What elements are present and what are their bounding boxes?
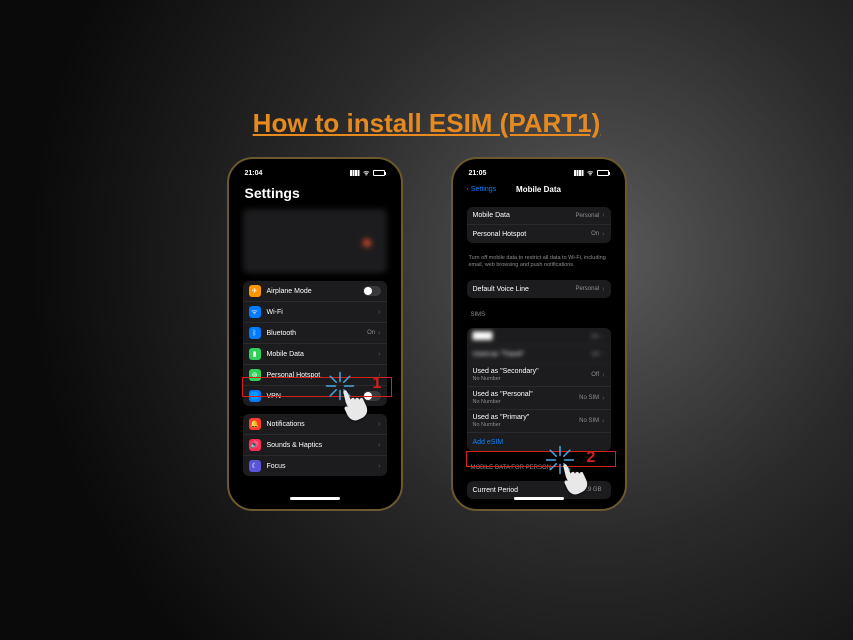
mobile-data-label: Mobile Data (267, 351, 379, 358)
battery-icon (597, 170, 609, 176)
chevron-right-icon: › (378, 463, 380, 470)
home-indicator (290, 497, 340, 500)
wifi-row[interactable]: ᯤ Wi-Fi › (243, 302, 387, 323)
mobile-data-row[interactable]: Mobile Data Personal › (467, 207, 611, 225)
airplane-label: Airplane Mode (267, 288, 363, 295)
airplane-mode-row[interactable]: ✈ Airplane Mode (243, 281, 387, 302)
chevron-right-icon: › (602, 286, 604, 293)
notch (509, 165, 569, 177)
bluetooth-label: Bluetooth (267, 330, 368, 337)
notification-dot-icon (363, 239, 371, 247)
sim-label: Used as "Secondary" (473, 368, 539, 375)
sim-status: On (591, 334, 599, 340)
back-button[interactable]: ‹ Settings (467, 186, 497, 193)
airplane-icon: ✈ (249, 285, 261, 297)
airplane-toggle[interactable] (363, 286, 381, 296)
chevron-right-icon: › (378, 351, 380, 358)
sim-status: No SIM (579, 395, 599, 401)
notch (285, 165, 345, 177)
focus-row[interactable]: ☾ Focus › (243, 456, 387, 476)
sim-label: Used as "Primary" (473, 414, 530, 421)
home-indicator (514, 497, 564, 500)
hotspot-value: On (591, 231, 599, 237)
chevron-right-icon: › (378, 421, 380, 428)
sim-label: Used as "Personal" (473, 391, 533, 398)
wifi-label: Wi-Fi (267, 309, 376, 316)
sim-label: ████ (473, 333, 592, 340)
bluetooth-row[interactable]: ᛒ Bluetooth On › (243, 323, 387, 344)
chevron-left-icon: ‹ (467, 186, 469, 193)
sims-group: ████ On › Used as "Travel" Off › Used as… (467, 328, 611, 451)
chevron-right-icon: › (602, 212, 604, 219)
default-voice-value: Personal (575, 286, 599, 292)
hint-text: Turn off mobile data to restrict all dat… (459, 251, 619, 272)
chevron-right-icon: › (602, 372, 604, 379)
bluetooth-value: On (367, 330, 375, 336)
personal-hotspot-row[interactable]: Personal Hotspot On › (467, 225, 611, 243)
sim-row-active[interactable]: ████ On › (467, 328, 611, 346)
chevron-right-icon: › (378, 309, 380, 316)
preferences-group: 🔔 Notifications › 🔊 Sounds & Haptics › ☾… (243, 414, 387, 476)
pointer-hand-icon (557, 457, 595, 495)
sim-status: Off (591, 372, 599, 378)
sim-row-primary[interactable]: Used as "Primary" No Number No SIM › (467, 410, 611, 433)
speaker-icon: 🔊 (249, 439, 261, 451)
sim-row-personal[interactable]: Used as "Personal" No Number No SIM › (467, 387, 611, 410)
sounds-row[interactable]: 🔊 Sounds & Haptics › (243, 435, 387, 456)
mobile-data-label: Mobile Data (473, 212, 576, 219)
sim-sublabel: No Number (473, 399, 533, 405)
chevron-right-icon: › (602, 395, 604, 402)
bluetooth-icon: ᛒ (249, 327, 261, 339)
nav-header: ‹ Settings Mobile Data (459, 179, 619, 199)
mobile-data-value: Personal (575, 213, 599, 219)
voice-group: Default Voice Line Personal › (467, 280, 611, 298)
wifi-status-icon: ᯤ (587, 169, 593, 178)
phone-left: 21:04 ᯤ Settings ✈ Airplane Mode ᯤ (227, 157, 403, 511)
chevron-right-icon: › (602, 351, 604, 358)
notifications-label: Notifications (267, 421, 379, 428)
settings-heading: Settings (235, 179, 395, 205)
account-section-blurred (243, 209, 387, 273)
sim-label: Used as "Travel" (473, 351, 592, 358)
signal-icon (350, 170, 360, 176)
default-voice-row[interactable]: Default Voice Line Personal › (467, 280, 611, 298)
add-esim-label: Add eSIM (473, 439, 605, 446)
chevron-right-icon: › (602, 418, 604, 425)
hotspot-label: Personal Hotspot (473, 231, 592, 238)
sounds-label: Sounds & Haptics (267, 442, 379, 449)
sim-row-secondary[interactable]: Used as "Secondary" No Number Off › (467, 364, 611, 387)
page-title: How to install ESIM (PART1) (0, 0, 853, 139)
sim-sublabel: No Number (473, 376, 539, 382)
phone-right: 21:05 ᯤ ‹ Settings Mobile Data Mobile Da… (451, 157, 627, 511)
wifi-status-icon: ᯤ (363, 169, 369, 178)
back-label: Settings (471, 186, 496, 193)
battery-icon (373, 170, 385, 176)
status-time: 21:04 (245, 170, 263, 177)
chevron-right-icon: › (602, 333, 604, 340)
wifi-icon: ᯤ (249, 306, 261, 318)
status-time: 21:05 (469, 170, 487, 177)
vpn-icon: 🌐 (249, 390, 261, 402)
bell-icon: 🔔 (249, 418, 261, 430)
nav-title: Mobile Data (516, 185, 561, 194)
sim-row-travel[interactable]: Used as "Travel" Off › (467, 346, 611, 364)
antenna-icon: ▮ (249, 348, 261, 360)
hotspot-label: Personal Hotspot (267, 372, 379, 379)
moon-icon: ☾ (249, 460, 261, 472)
sim-status: Off (591, 352, 599, 358)
phones-container: 21:04 ᯤ Settings ✈ Airplane Mode ᯤ (0, 157, 853, 511)
default-voice-label: Default Voice Line (473, 286, 576, 293)
mobile-data-group: Mobile Data Personal › Personal Hotspot … (467, 207, 611, 243)
hotspot-icon: ⊚ (249, 369, 261, 381)
mobile-data-row[interactable]: ▮ Mobile Data › (243, 344, 387, 365)
chevron-right-icon: › (602, 231, 604, 238)
sims-header: SIMs (459, 306, 619, 320)
sim-sublabel: No Number (473, 422, 530, 428)
sim-status: No SIM (579, 418, 599, 424)
pointer-hand-icon (337, 383, 375, 421)
chevron-right-icon: › (378, 330, 380, 337)
chevron-right-icon: › (378, 442, 380, 449)
focus-label: Focus (267, 463, 379, 470)
signal-icon (574, 170, 584, 176)
